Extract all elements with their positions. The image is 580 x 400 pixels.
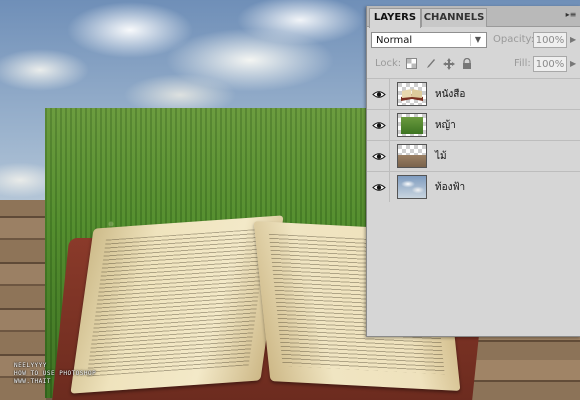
opacity-label: Opacity: [493, 34, 535, 45]
wood-layer-image-right [468, 330, 580, 400]
visibility-eye-icon[interactable] [369, 141, 390, 171]
lock-all-icon[interactable] [460, 57, 473, 71]
panel-menu-icon[interactable]: ▸≡ [565, 9, 577, 21]
watermark: NEELYYYY HOW TO USE PHOTOSHOP WWW.THAIT [14, 362, 96, 386]
chevron-down-icon[interactable]: ▼ [470, 34, 485, 46]
book-thumbnail [397, 82, 427, 106]
book-page-left [70, 215, 284, 394]
opacity-field[interactable]: 100% [533, 32, 567, 48]
layer-row-wood[interactable]: ไม้ [367, 140, 580, 171]
lock-label: Lock: [375, 58, 402, 69]
visibility-eye-icon[interactable] [369, 172, 390, 202]
blend-row: Normal ▼ Opacity: 100% ▶ [367, 30, 580, 52]
opacity-slider-arrow-icon[interactable]: ▶ [570, 35, 576, 44]
sky-thumbnail [397, 175, 427, 199]
watermark-line-1: NEELYYYY [14, 362, 47, 369]
fill-field[interactable]: 100% [533, 56, 567, 72]
layers-panel: LAYERS CHANNELS ▸≡ Normal ▼ Opacity: 100… [366, 6, 580, 337]
lock-image-pixels-brush-icon[interactable] [423, 58, 436, 71]
layer-list: หนังสือ หญ้า ไม้ ท้องฟ้า [367, 78, 580, 202]
layer-name: ท้องฟ้า [435, 182, 466, 193]
wood-thumbnail [397, 144, 427, 168]
lock-row: Lock: Fill: 100% ▶ [367, 54, 580, 76]
blend-mode-select[interactable]: Normal ▼ [371, 32, 487, 48]
layer-name: ไม้ [435, 151, 447, 162]
panel-tabbar: LAYERS CHANNELS ▸≡ [367, 6, 580, 28]
layer-row-grass[interactable]: หญ้า [367, 109, 580, 140]
visibility-eye-icon[interactable] [369, 110, 390, 140]
layer-name: หนังสือ [435, 89, 466, 100]
fill-slider-arrow-icon[interactable]: ▶ [570, 59, 576, 68]
grass-thumbnail [397, 113, 427, 137]
watermark-line-3: WWW.THAIT [14, 378, 52, 385]
lock-transparent-pixels-icon[interactable] [405, 58, 418, 71]
layer-row-book[interactable]: หนังสือ [367, 78, 580, 109]
lock-position-move-icon[interactable] [442, 58, 455, 71]
blend-mode-value: Normal [376, 35, 413, 46]
layer-name: หญ้า [435, 120, 456, 131]
visibility-eye-icon[interactable] [369, 79, 390, 109]
tab-channels[interactable]: CHANNELS [421, 8, 487, 27]
tab-layers[interactable]: LAYERS [369, 8, 421, 28]
watermark-line-2: HOW TO USE PHOTOSHOP [14, 370, 97, 377]
fill-label: Fill: [514, 58, 531, 69]
layer-row-sky[interactable]: ท้องฟ้า [367, 171, 580, 202]
